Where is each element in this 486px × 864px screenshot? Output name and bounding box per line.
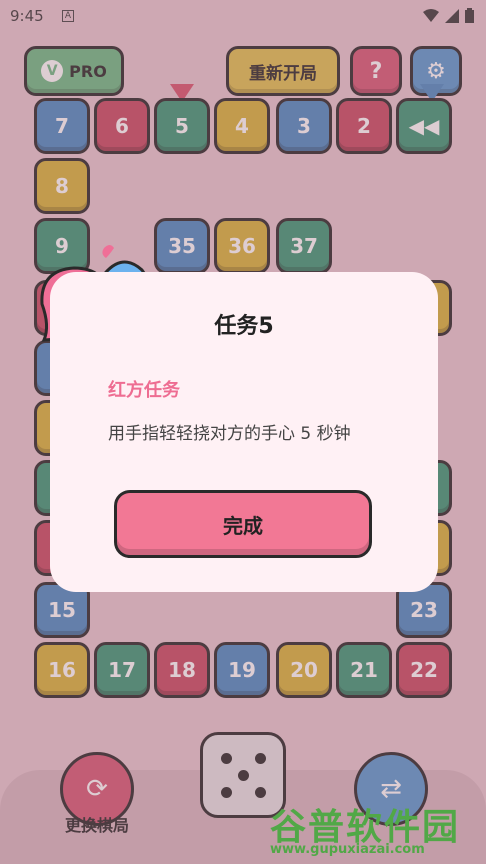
done-button[interactable]: 完成 [114,490,372,558]
task-side-label: 红方任务 [108,380,180,401]
task-description: 用手指轻轻挠对方的手心 5 秒钟 [108,424,351,444]
dialog-title: 任务5 [214,314,274,339]
task-dialog: 任务5 红方任务 用手指轻轻挠对方的手心 5 秒钟 完成 [50,272,438,592]
watermark-url: www.gupuxiazai.com [270,842,425,857]
watermark: 谷普软件园 www.gupuxiazai.com [262,792,486,864]
